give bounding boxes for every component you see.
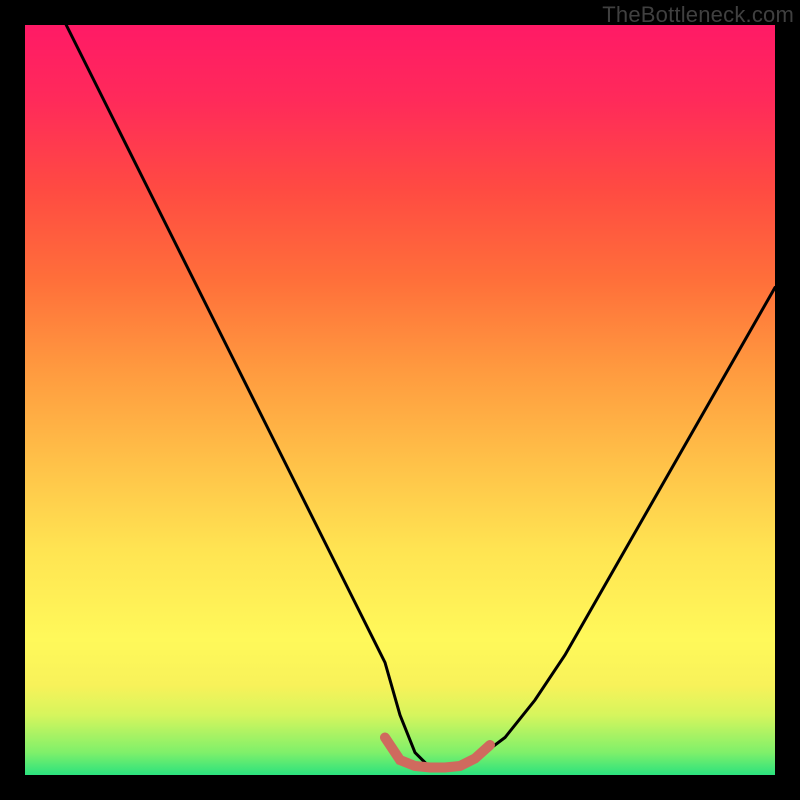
watermark-text: TheBottleneck.com xyxy=(602,2,794,28)
plot-area xyxy=(25,25,775,775)
optimal-range-highlight xyxy=(385,738,490,768)
curve-layer xyxy=(25,25,775,775)
chart-frame: TheBottleneck.com xyxy=(0,0,800,800)
bottleneck-curve xyxy=(25,0,775,768)
